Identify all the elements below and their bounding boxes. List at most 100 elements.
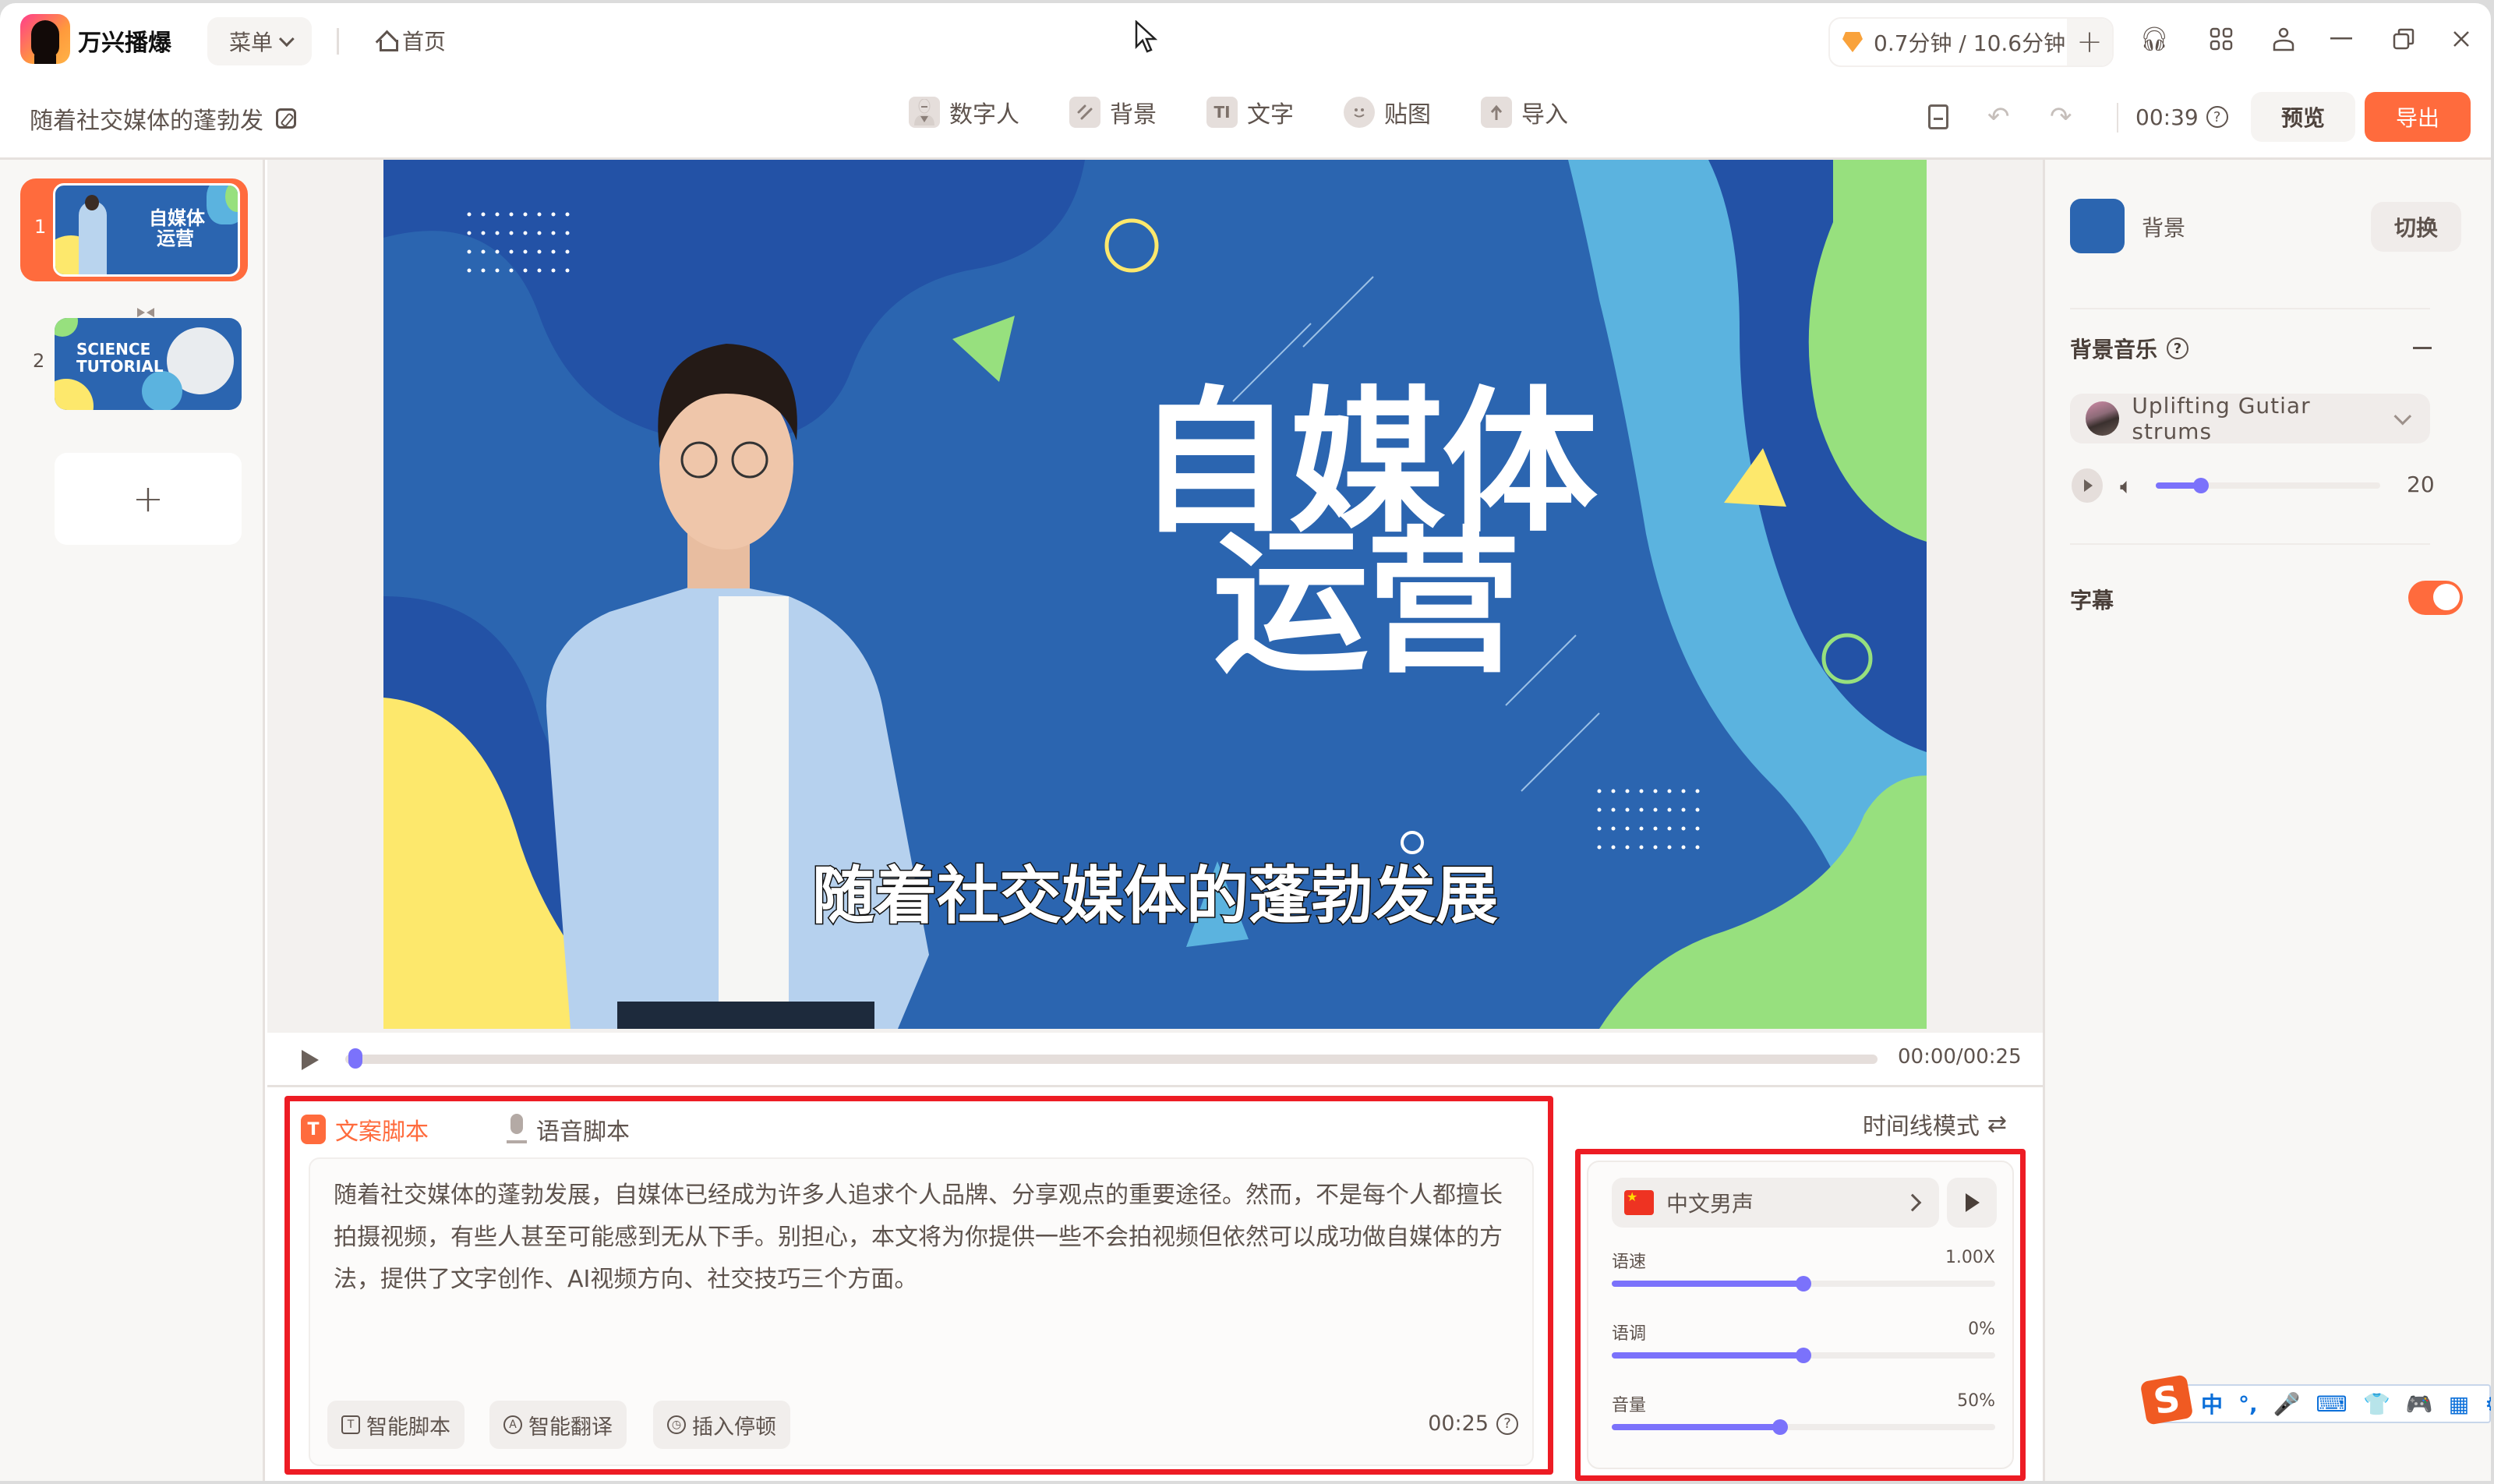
subtitle-toggle[interactable] [2408, 581, 2463, 615]
background-icon [1069, 97, 1100, 128]
deco-dot [1681, 826, 1686, 831]
home-button[interactable]: 首页 [377, 25, 446, 56]
tool-text[interactable]: TI 文字 [1206, 95, 1294, 129]
tool-label: 数字人 [949, 101, 1019, 129]
ime-voice-icon[interactable]: 🎤 [2273, 1391, 2301, 1417]
menu-button[interactable]: 菜单 [207, 17, 312, 65]
script-duration: 00:25 ? [1428, 1412, 1518, 1436]
tool-background[interactable]: 背景 [1069, 95, 1157, 129]
switch-background-button[interactable]: 切换 [2371, 202, 2461, 252]
script-editor[interactable]: 随着社交媒体的蓬勃发展，自媒体已经成为许多人追求个人品牌、分享观点的重要途径。然… [309, 1157, 1534, 1466]
add-quota-button[interactable]: + [2067, 19, 2112, 65]
tool-label: 背景 [1110, 101, 1157, 129]
script-panel: T 文案脚本 语音脚本 随着社交媒体的蓬勃发展，自媒体已经成为许多人追求个人品牌… [284, 1096, 1553, 1475]
divider [2070, 308, 2430, 309]
ime-chinese-mode[interactable]: 中 [2201, 1388, 2223, 1419]
restore-icon[interactable] [2388, 23, 2419, 55]
canvas-title[interactable]: 自媒体 运营 [1132, 386, 1599, 682]
background-music-header: 背景音乐 ? [2070, 333, 2189, 364]
deco-dot [1695, 845, 1700, 850]
canvas-subtitle[interactable]: 随着社交媒体的蓬勃发展 [797, 846, 1514, 936]
deco-dot [1611, 826, 1616, 831]
redo-icon: ↷ [2050, 101, 2072, 132]
redo-button[interactable]: ↷ [2050, 101, 2072, 132]
sticker-icon [1344, 97, 1375, 128]
project-title[interactable]: 随着社交媒体的蓬勃发 [30, 101, 296, 136]
insert-toolbar: 数字人 背景 TI 文字 贴图 导入 [909, 95, 1568, 129]
slide-item-1[interactable]: 1 自媒体 运营 [20, 178, 248, 281]
deco-dot [565, 212, 570, 217]
voice-play-button[interactable] [1947, 1178, 1997, 1228]
tool-sticker[interactable]: 贴图 [1344, 95, 1431, 129]
ime-punctuation[interactable]: °, [2238, 1391, 2258, 1417]
save-button[interactable] [1928, 101, 1948, 132]
tool-label: 文字 [1247, 101, 1294, 129]
progress-handle[interactable] [348, 1048, 362, 1069]
project-title-text: 随着社交媒体的蓬勃发 [30, 108, 263, 135]
deco-dot [565, 231, 570, 235]
user-icon[interactable] [2268, 23, 2299, 55]
collapse-icon[interactable] [2413, 347, 2432, 349]
speed-slider[interactable]: 语速 1.00X [1612, 1248, 1995, 1291]
slider-track[interactable] [1612, 1348, 1995, 1363]
preview-button[interactable]: 预览 [2251, 92, 2355, 142]
apps-grid-icon[interactable] [2206, 23, 2237, 55]
slide-item-2[interactable]: SCIENCE TUTORIAL [55, 318, 242, 410]
music-selector[interactable]: Uplifting Gutiar strums [2070, 393, 2430, 444]
smart-translate-button[interactable]: A 智能翻译 [489, 1401, 627, 1449]
digital-human-icon [909, 97, 940, 128]
voice-selector[interactable]: ★ 中文男声 [1612, 1178, 1939, 1228]
undo-button[interactable]: ↶ [1987, 101, 2010, 132]
deco-dot [523, 249, 528, 254]
slider-track[interactable] [1612, 1276, 1995, 1291]
ime-skin-icon[interactable]: 👕 [2363, 1391, 2390, 1417]
slider-track[interactable] [1612, 1419, 1995, 1435]
video-canvas[interactable]: 自媒体 运营 随着社交媒体的蓬勃发展 [383, 160, 1927, 1029]
slide-title: 自媒体 [149, 207, 205, 229]
ime-apps-icon[interactable]: ▦ [2449, 1391, 2469, 1417]
tab-copy-script[interactable]: T 文案脚本 [301, 1112, 429, 1147]
divider [2070, 543, 2430, 545]
ime-keyboard-icon[interactable]: ⌨ [2316, 1391, 2347, 1417]
script-duration-text: 00:25 [1428, 1412, 1489, 1436]
deco-dot [509, 249, 514, 254]
help-icon[interactable]: ? [2206, 106, 2228, 128]
play-icon[interactable] [302, 1050, 319, 1070]
music-volume-slider[interactable] [2156, 478, 2380, 493]
voice-card: ★ 中文男声 语速 1.00X 语调 0% 音量 50% [1587, 1161, 2014, 1469]
tab-voice-script[interactable]: 语音脚本 [507, 1112, 630, 1147]
transition-icon[interactable] [137, 308, 154, 317]
sogou-logo[interactable]: S [2139, 1374, 2194, 1426]
volume-slider[interactable]: 音量 50% [1612, 1391, 1995, 1435]
deco-dot [1667, 826, 1672, 831]
help-icon[interactable]: ? [2167, 337, 2189, 359]
help-icon[interactable]: ? [1496, 1412, 1518, 1435]
slider-handle[interactable] [1772, 1419, 1789, 1435]
deco-dot [1695, 826, 1700, 831]
deco-dot [565, 268, 570, 273]
timeline-mode-button[interactable]: 时间线模式 ⇄ [1863, 1107, 2007, 1141]
deco-dot [509, 231, 514, 235]
slider-handle[interactable] [1796, 1276, 1811, 1291]
add-slide-button[interactable]: + [55, 453, 242, 545]
deco-dot [495, 231, 500, 235]
progress-track[interactable] [345, 1055, 1878, 1064]
ime-settings-icon[interactable]: ⚙ [2485, 1391, 2491, 1417]
export-button[interactable]: 导出 [2365, 92, 2471, 142]
edit-icon[interactable] [276, 108, 296, 129]
insert-pause-button[interactable]: ◷ 插入停顿 [653, 1401, 790, 1449]
script-text[interactable]: 随着社交媒体的蓬勃发展，自媒体已经成为许多人追求个人品牌、分享观点的重要途径。然… [334, 1175, 1518, 1301]
timeline-mode-label: 时间线模式 [1862, 1113, 1980, 1140]
tool-digital-human[interactable]: 数字人 [909, 95, 1019, 129]
music-play-button[interactable] [2072, 468, 2103, 503]
close-icon[interactable] [2446, 23, 2477, 55]
pitch-slider[interactable]: 语调 0% [1612, 1320, 1995, 1363]
tool-import[interactable]: 导入 [1481, 95, 1568, 129]
ime-game-icon[interactable]: 🎮 [2406, 1391, 2433, 1417]
slider-handle[interactable] [1796, 1348, 1811, 1363]
smart-script-button[interactable]: T 智能脚本 [327, 1401, 465, 1449]
headset-icon[interactable]: 🎧︎ [2139, 23, 2170, 55]
slider-handle[interactable] [2192, 478, 2209, 493]
app-name: 万兴播爆 [78, 30, 171, 57]
minimize-icon[interactable] [2326, 23, 2357, 55]
